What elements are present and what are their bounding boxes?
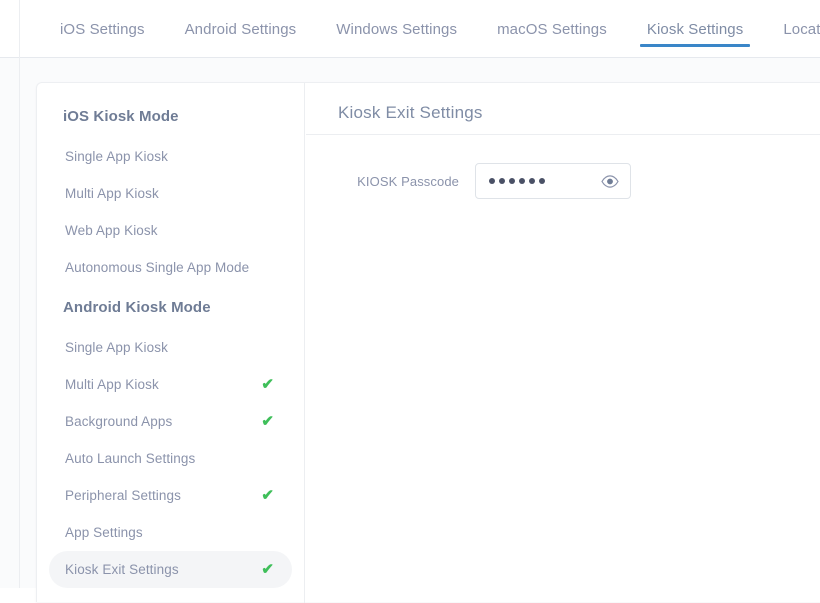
sidebar-item-label: Multi App Kiosk [65, 377, 159, 392]
tab-ios-settings[interactable]: iOS Settings [40, 0, 165, 58]
tab-label: Windows Settings [336, 20, 458, 38]
sidebar-item-label: Peripheral Settings [65, 488, 181, 503]
sidebar-item-app-settings[interactable]: App Settings ✔ [49, 514, 292, 551]
sidebar-item-label: Single App Kiosk [65, 340, 168, 355]
eye-icon[interactable] [601, 174, 619, 188]
sidebar-item-ios-web-app-kiosk[interactable]: Web App Kiosk ✔ [49, 212, 292, 249]
sidebar-item-kiosk-exit-settings[interactable]: Kiosk Exit Settings ✔ [49, 551, 292, 588]
tab-label: Location Settings [783, 20, 820, 38]
tabbar-left-divider [19, 0, 20, 58]
passcode-dot [539, 178, 545, 184]
tab-location-settings[interactable]: Location Settings [763, 0, 820, 58]
tab-list: iOS Settings Android Settings Windows Se… [40, 0, 820, 58]
sidebar-item-label: Web App Kiosk [65, 223, 158, 238]
sidebar-item-ios-multi-app-kiosk[interactable]: Multi App Kiosk ✔ [49, 175, 292, 212]
sidebar-item-label: Autonomous Single App Mode [65, 260, 250, 275]
sidebar-item-label: Single App Kiosk [65, 149, 168, 164]
check-icon: ✔ [261, 413, 274, 430]
kiosk-exit-settings-panel: Kiosk Exit Settings KIOSK Passcode [306, 83, 820, 603]
panel-title: Kiosk Exit Settings [306, 83, 820, 135]
sidebar-item-android-multi-app-kiosk[interactable]: Multi App Kiosk ✔ [49, 366, 292, 403]
sidebar-item-label: Auto Launch Settings [65, 451, 196, 466]
check-icon: ✔ [261, 487, 274, 504]
sidebar-item-ios-single-app-kiosk[interactable]: Single App Kiosk ✔ [49, 138, 292, 175]
sidebar-item-ios-autonomous-single-app-mode[interactable]: Autonomous Single App Mode ✔ [49, 249, 292, 286]
sidebar-item-label: App Settings [65, 525, 143, 540]
sidebar-item-background-apps[interactable]: Background Apps ✔ [49, 403, 292, 440]
sidebar-item-android-single-app-kiosk[interactable]: Single App Kiosk ✔ [49, 329, 292, 366]
tab-label: Kiosk Settings [646, 20, 744, 38]
kiosk-passcode-input[interactable] [475, 163, 631, 199]
passcode-dot [529, 178, 535, 184]
sidebar-item-peripheral-settings[interactable]: Peripheral Settings ✔ [49, 477, 292, 514]
tab-kiosk-settings[interactable]: Kiosk Settings [627, 0, 763, 58]
passcode-dot [499, 178, 505, 184]
kiosk-passcode-label: KIOSK Passcode [357, 173, 459, 189]
tab-label: macOS Settings [497, 20, 607, 38]
sidebar-item-label: Background Apps [65, 414, 173, 429]
tab-windows-settings[interactable]: Windows Settings [316, 0, 477, 58]
page-left-divider [19, 58, 20, 588]
sidebar-item-auto-launch-settings[interactable]: Auto Launch Settings ✔ [49, 440, 292, 477]
settings-tab-bar: iOS Settings Android Settings Windows Se… [0, 0, 820, 58]
tab-android-settings[interactable]: Android Settings [165, 0, 317, 58]
check-icon: ✔ [261, 376, 274, 393]
check-icon: ✔ [261, 561, 274, 578]
tab-macos-settings[interactable]: macOS Settings [477, 0, 627, 58]
sidebar-item-label: Multi App Kiosk [65, 186, 159, 201]
kiosk-settings-card: iOS Kiosk Mode Single App Kiosk ✔ Multi … [36, 82, 820, 603]
kiosk-mode-sidebar: iOS Kiosk Mode Single App Kiosk ✔ Multi … [37, 83, 305, 603]
passcode-dot [509, 178, 515, 184]
sidebar-item-label: Kiosk Exit Settings [65, 562, 179, 577]
sidebar-section-android-kiosk-mode: Android Kiosk Mode [63, 299, 211, 316]
sidebar-section-ios-kiosk-mode: iOS Kiosk Mode [63, 108, 179, 125]
tab-label: iOS Settings [60, 20, 145, 38]
passcode-dot [519, 178, 525, 184]
passcode-masked-value [476, 178, 545, 184]
passcode-dot [489, 178, 495, 184]
tab-label: Android Settings [184, 20, 297, 38]
kiosk-passcode-field-row: KIOSK Passcode [306, 163, 820, 199]
